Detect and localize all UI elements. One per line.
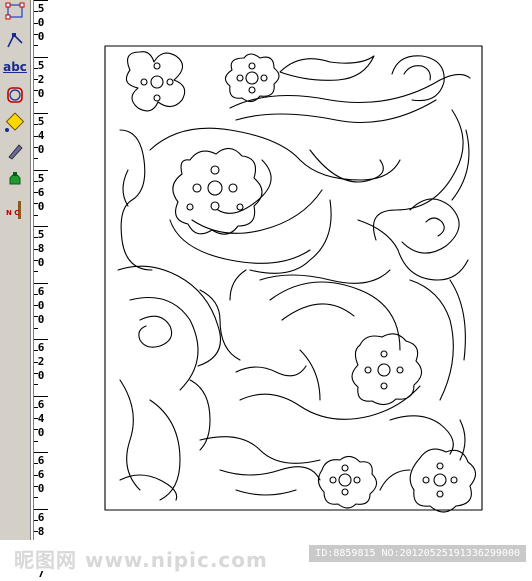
vertical-ruler: 5005205405605806006206406606807 [33,0,49,580]
ruler-minor-tick [34,406,38,408]
ruler-major-tick [34,395,48,397]
ruler-digit: 6 [37,185,45,199]
drawing-canvas[interactable] [48,0,532,540]
ruler-minor-tick [34,361,38,363]
ruler-minor-tick [34,33,38,35]
ruler-minor-tick [34,497,38,499]
ruler-minor-tick [34,531,38,533]
flower-bottom-middle [317,455,378,509]
ruler-minor-tick [34,248,38,250]
ruler-minor-tick [34,440,38,442]
ruler-minor-tick [34,192,38,194]
node-select-icon[interactable] [3,0,27,24]
ruler-minor-tick [34,350,38,352]
ruler-digit: 0 [37,30,45,43]
ruler-digit: 0 [37,425,45,439]
ruler-minor-tick [34,214,38,216]
ruler-digit: 8 [37,242,45,255]
ruler-minor-tick [34,327,38,329]
svg-text:N C: N C [6,209,19,217]
ruler-digit: 5 [37,2,45,15]
ruler-minor-tick [34,101,38,103]
ruler-minor-tick [34,463,38,465]
ruler-digit: 0 [37,86,45,100]
flower-center [172,147,263,235]
ruler-minor-tick [34,79,38,81]
ruler-minor-tick [34,237,38,239]
ruler-digit: 0 [37,369,45,382]
ruler-digit: 0 [37,256,45,269]
direct-select-icon[interactable] [3,27,27,51]
ruler-digit: 5 [37,58,45,72]
ruler-digit: 5 [37,228,45,241]
ruler-minor-tick [34,519,38,521]
ruler-minor-tick [34,67,38,69]
ruler-digit: 6 [37,397,45,411]
text-tool-icon[interactable]: abc [3,55,27,79]
ruler-major-tick [34,169,48,171]
flower-top-left [125,51,186,112]
ruler-digit: 6 [37,341,45,354]
ruler-major-tick [34,113,48,114]
ruler-digit: 0 [37,143,45,156]
ruler-major-tick [34,508,48,510]
ruler-minor-tick [34,203,38,205]
ruler-digit: 5 [37,115,45,128]
ruler-major-tick [34,282,48,284]
ruler-minor-tick [34,293,38,295]
flower-top-middle [224,53,280,103]
fill-bucket-icon[interactable] [3,167,27,191]
ruler-minor-tick [34,180,38,182]
shape-tool-icon[interactable] [3,83,27,107]
ruler-minor-tick [34,384,38,386]
flower-bottom-right [409,448,477,513]
ruler-minor-tick [34,158,38,160]
ruler-minor-tick [34,259,38,261]
ruler-digit: 5 [37,171,45,185]
ruler-digit: 2 [37,355,45,368]
pen-tool-icon[interactable] [3,139,27,163]
ruler-major-tick [34,339,48,340]
ruler-minor-tick [34,135,38,137]
ruler-minor-tick [34,90,38,92]
ruler-minor-tick [34,305,38,307]
ruler-minor-tick [34,271,38,273]
ruler-digit: 4 [37,411,45,425]
ruler-minor-tick [34,429,38,431]
ruler-digit: 0 [37,199,45,213]
ruler-digit: 2 [37,72,45,86]
ruler-minor-tick [34,474,38,476]
rotate-tool-icon[interactable] [3,111,27,135]
ruler-minor-tick [34,372,38,374]
ruler-major-tick [34,56,48,58]
ruler-digit: 0 [37,482,45,495]
watermark-id-badge: ID:8859815 NO:20120525191336299000 [309,545,526,562]
ruler-digit: 8 [37,524,45,538]
vertical-toolbar: abc N C [0,0,31,571]
ruler-digit: 0 [37,16,45,29]
ruler-major-tick [34,0,48,1]
watermark-site-text: 昵图网 www.nipic.com [14,548,268,572]
nc-output-icon[interactable]: N C [3,198,27,222]
floral-pattern-drawing [104,45,483,513]
ruler-minor-tick [34,45,38,47]
ruler-digit: 6 [37,454,45,467]
ruler-digit: 6 [37,284,45,298]
ruler-digit: 0 [37,298,45,312]
ruler-major-tick [34,452,48,453]
ruler-digit: 4 [37,129,45,142]
ruler-minor-tick [34,485,38,487]
ruler-digit: 0 [37,312,45,326]
ruler-minor-tick [34,124,38,126]
ruler-minor-tick [34,22,38,24]
ruler-minor-tick [34,418,38,420]
watermark-bar: 昵图网 www.nipic.com ID:8859815 NO:20120525… [0,540,532,572]
ruler-digit: 6 [37,468,45,481]
ruler-major-tick [34,226,48,227]
ruler-minor-tick [34,11,38,13]
ruler-minor-tick [34,146,38,148]
ruler-digit: 6 [37,510,45,524]
ruler-minor-tick [34,316,38,318]
